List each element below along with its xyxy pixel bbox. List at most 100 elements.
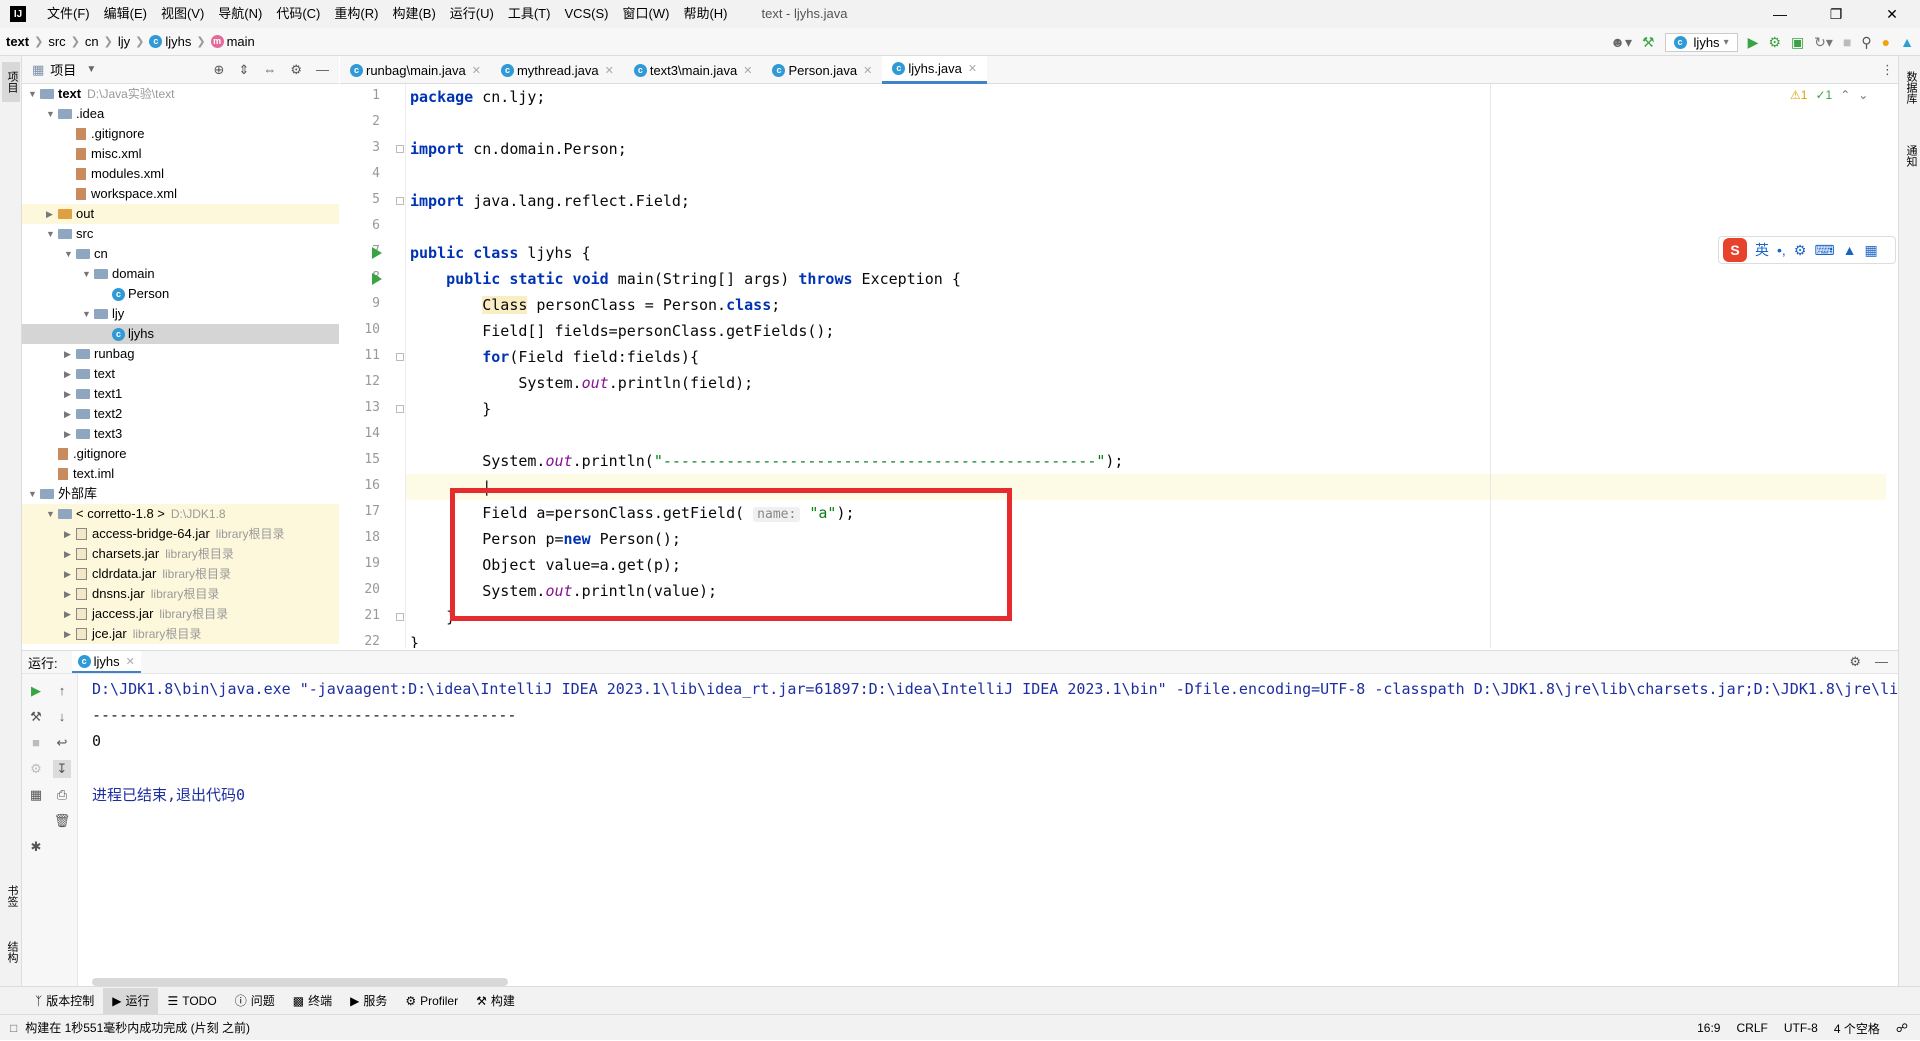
microphone-icon[interactable]: ⚙	[1794, 242, 1807, 259]
tree-item[interactable]: ▼ domain	[22, 264, 339, 284]
project-tool-tab[interactable]: 项目	[2, 62, 20, 102]
tree-item[interactable]: text.iml	[22, 464, 339, 484]
fold-marker-icon[interactable]	[396, 405, 404, 413]
file-encoding[interactable]: UTF-8	[1784, 1021, 1818, 1035]
hide-icon[interactable]: —	[1875, 654, 1888, 670]
menu-refactor[interactable]: 重构(R)	[327, 0, 385, 28]
scroll-to-end-icon[interactable]: ↧	[53, 760, 71, 778]
tree-item[interactable]: ▶ charsets.jar library根目录	[22, 544, 339, 564]
tree-item[interactable]: ▼ cn	[22, 244, 339, 264]
chevron-right-icon[interactable]: ▶	[46, 204, 58, 224]
tab-run[interactable]: ▶ 运行	[103, 987, 159, 1014]
chevron-down-icon[interactable]: ▼	[86, 64, 96, 75]
pin-icon[interactable]: ✱	[27, 838, 45, 856]
tab-problems[interactable]: ⓘ 问题	[226, 988, 284, 1014]
tree-item[interactable]: modules.xml	[22, 164, 339, 184]
close-tab-icon[interactable]: ✕	[126, 655, 135, 668]
search-icon[interactable]: ⚲	[1861, 34, 1871, 51]
print-icon[interactable]: ⎙	[53, 786, 71, 804]
chevron-right-icon[interactable]: ▶	[64, 584, 76, 604]
tab-profiler[interactable]: ⚙ Profiler	[396, 988, 467, 1014]
fold-marker-icon[interactable]	[396, 613, 404, 621]
chevron-right-icon[interactable]: ▶	[64, 544, 76, 564]
tab-runbag-main[interactable]: c runbag\main.java ✕	[340, 56, 491, 84]
debug-icon[interactable]: ⚙	[1768, 34, 1781, 51]
layout-toggle-icon[interactable]: □	[10, 1021, 17, 1035]
breadcrumb-project[interactable]: text	[6, 34, 29, 49]
menu-navigate[interactable]: 导航(N)	[211, 0, 269, 28]
line-separator[interactable]: CRLF	[1736, 1021, 1767, 1035]
console-output[interactable]: D:\JDK1.8\bin\java.exe "-javaagent:D:\id…	[80, 674, 1898, 986]
lock-icon[interactable]: ☍	[1896, 1021, 1908, 1035]
tree-item[interactable]: ▶ jaccess.jar library根目录	[22, 604, 339, 624]
menu-tools[interactable]: 工具(T)	[501, 0, 558, 28]
tree-item[interactable]: ▶ out	[22, 204, 339, 224]
chevron-right-icon[interactable]: ▶	[64, 564, 76, 584]
ime-toolbar[interactable]: S 英 •, ⚙ ⌨ ▲ ▦	[1718, 236, 1896, 264]
collapse-all-icon[interactable]: ⇔	[263, 62, 276, 78]
more-tabs-icon[interactable]: ⋮	[1881, 62, 1894, 78]
tree-item[interactable]: ▼ ljy	[22, 304, 339, 324]
tree-item[interactable]: ▼ text D:\Java实验\text	[22, 84, 339, 104]
notifications-tool-tab[interactable]: 通知	[1901, 136, 1919, 176]
tab-terminal[interactable]: ▩ 终端	[284, 988, 341, 1014]
chevron-right-icon[interactable]: ▶	[64, 624, 76, 644]
database-tool-tab[interactable]: 数据库	[1901, 62, 1919, 112]
run-tab[interactable]: c ljyhs ✕	[71, 651, 141, 673]
close-tab-icon[interactable]: ✕	[863, 64, 872, 77]
layout-icon[interactable]: ▦	[27, 786, 45, 804]
fold-marker-icon[interactable]	[396, 145, 404, 153]
tree-item[interactable]: ▼ 外部库	[22, 484, 339, 504]
toolbox-icon[interactable]: ▦	[1864, 242, 1877, 259]
chevron-down-icon[interactable]: ▼	[46, 504, 58, 524]
tree-item[interactable]: c ljyhs	[22, 324, 339, 344]
restore-icon[interactable]: ❐	[1808, 0, 1864, 28]
tree-item[interactable]: ▶ access-bridge-64.jar library根目录	[22, 524, 339, 544]
project-panel-title[interactable]: 项目	[50, 60, 76, 79]
tab-ljyhs[interactable]: c ljyhs.java ✕	[882, 56, 988, 84]
debug-icon[interactable]: ⚙	[27, 760, 45, 778]
tree-item[interactable]: ▼ < corretto-1.8 > D:\JDK1.8	[22, 504, 339, 524]
structure-tool-tab[interactable]: 结构	[2, 932, 20, 972]
arrow-up-icon[interactable]: ↑	[53, 682, 71, 700]
menu-edit[interactable]: 编辑(E)	[97, 0, 154, 28]
tree-item[interactable]: ▶ text1	[22, 384, 339, 404]
ime-mode[interactable]: 英	[1755, 240, 1769, 260]
breadcrumb-method[interactable]: main	[227, 34, 255, 49]
user-icon[interactable]: ☻▾	[1610, 34, 1632, 51]
tree-item[interactable]: ▶ runbag	[22, 344, 339, 364]
trash-icon[interactable]: 🗑	[53, 812, 71, 830]
tab-person[interactable]: c Person.java ✕	[762, 56, 882, 84]
tree-item[interactable]: ▶ jce.jar library根目录	[22, 624, 339, 644]
indent-setting[interactable]: 4 个空格	[1834, 1020, 1880, 1037]
tree-item[interactable]: ▶ dnsns.jar library根目录	[22, 584, 339, 604]
tree-item[interactable]: c Person	[22, 284, 339, 304]
tab-todo[interactable]: ☰ TODO	[158, 988, 225, 1014]
tab-mythread[interactable]: c mythread.java ✕	[491, 56, 624, 84]
chevron-right-icon[interactable]: ▶	[64, 524, 76, 544]
run-icon[interactable]: ▶	[1748, 34, 1759, 51]
close-tab-icon[interactable]: ✕	[605, 64, 614, 77]
jetbrains-logo-icon[interactable]: ▲	[1900, 34, 1914, 50]
locate-icon[interactable]: ⊕	[214, 62, 225, 78]
breadcrumb-ljy[interactable]: ljy	[118, 34, 130, 49]
gear-icon[interactable]: ⚙	[290, 62, 302, 78]
run-gutter-icon[interactable]	[372, 273, 382, 285]
menu-vcs[interactable]: VCS(S)	[557, 0, 615, 28]
fold-marker-icon[interactable]	[396, 197, 404, 205]
menu-code[interactable]: 代码(C)	[269, 0, 327, 28]
chevron-down-icon[interactable]: ▼	[82, 304, 94, 324]
menu-help[interactable]: 帮助(H)	[676, 0, 734, 28]
tree-item[interactable]: ▶ cldrdata.jar library根目录	[22, 564, 339, 584]
update-icon[interactable]: ●	[1882, 34, 1890, 50]
close-tab-icon[interactable]: ✕	[968, 62, 977, 75]
skin-icon[interactable]: ▲	[1843, 242, 1857, 258]
expand-all-icon[interactable]: ⇕	[238, 62, 249, 78]
chevron-down-icon[interactable]: ▼	[28, 484, 40, 504]
hide-icon[interactable]: —	[316, 62, 329, 78]
tree-item[interactable]: .gitignore	[22, 444, 339, 464]
breadcrumb-class[interactable]: ljyhs	[165, 34, 191, 49]
chevron-down-icon[interactable]: ▼	[46, 104, 58, 124]
bookmarks-tool-tab[interactable]: 书签	[2, 876, 20, 916]
breadcrumb-cn[interactable]: cn	[85, 34, 99, 49]
